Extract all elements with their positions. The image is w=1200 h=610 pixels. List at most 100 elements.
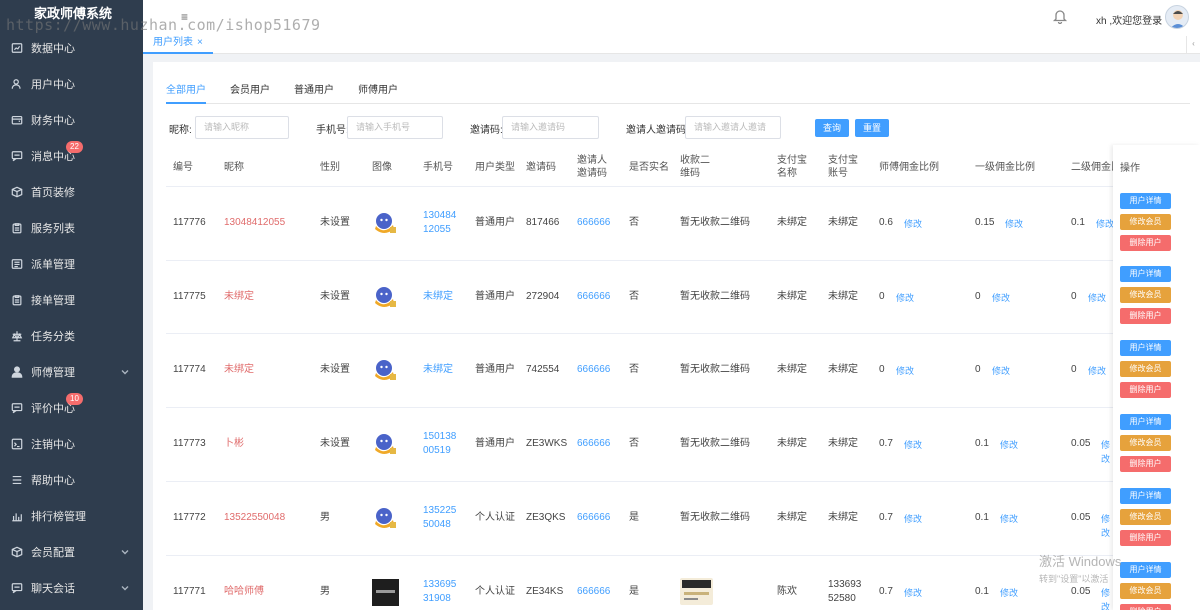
sidebar-item[interactable]: 派单管理 xyxy=(0,246,143,282)
user-detail-button[interactable]: 用户详情 xyxy=(1120,562,1171,578)
app-title: 家政师傅系统 xyxy=(34,6,113,21)
sidebar-item[interactable]: 用户中心 xyxy=(0,66,143,102)
windows-activation-watermark: 激活 Windows 转到"设置"以激活 xyxy=(1039,551,1121,585)
column-header-nickname: 昵称 xyxy=(224,162,244,173)
cell-nickname[interactable]: 13522550048 xyxy=(224,511,285,525)
modify-link[interactable]: 修改 xyxy=(1088,364,1106,378)
query-button[interactable]: 查询 xyxy=(815,119,850,137)
delete-user-button[interactable]: 删除用户 xyxy=(1120,382,1171,398)
cell-qr: 暂无收款二维码 xyxy=(680,364,750,375)
modify-link[interactable]: 修改 xyxy=(1000,512,1018,526)
bar-chart-icon xyxy=(10,509,24,523)
modify-link[interactable]: 修改 xyxy=(904,217,922,231)
delete-user-button[interactable]: 删除用户 xyxy=(1120,235,1171,251)
edit-member-button[interactable]: 修改会员 xyxy=(1120,509,1171,525)
edit-member-button[interactable]: 修改会员 xyxy=(1120,361,1171,377)
user-detail-button[interactable]: 用户详情 xyxy=(1120,193,1171,209)
sidebar-item[interactable]: 排行榜管理 xyxy=(0,498,143,534)
sidebar-item[interactable]: 帮助中心 xyxy=(0,462,143,498)
sidebar-item-label: 用户中心 xyxy=(31,79,75,91)
filter-tab[interactable]: 全部用户 xyxy=(166,84,206,104)
filter-tab[interactable]: 师傅用户 xyxy=(358,84,398,104)
delete-user-button[interactable]: 删除用户 xyxy=(1120,604,1171,610)
cell-phone[interactable]: 13048412055 xyxy=(423,209,461,237)
cell-nickname[interactable]: 未绑定 xyxy=(224,290,254,304)
delete-user-button[interactable]: 删除用户 xyxy=(1120,456,1171,472)
filter-tab[interactable]: 普通用户 xyxy=(294,84,334,104)
table-row: 117774 未绑定 未设置 未绑定 普通用户 742554 666666 否 暂无收款二维码 未… xyxy=(166,333,1116,407)
inviter-input[interactable]: 请输入邀请人邀请 xyxy=(685,116,781,139)
cell-inviter[interactable]: 666666 xyxy=(577,437,610,451)
cell-nickname[interactable]: 13048412055 xyxy=(224,216,285,230)
sidebar-item[interactable]: 消息中心 22 xyxy=(0,138,143,174)
cell-gender: 未设置 xyxy=(320,438,350,449)
cell-verified: 否 xyxy=(629,364,639,375)
cell-phone[interactable]: 15013800519 xyxy=(423,430,461,458)
modify-link[interactable]: 修改 xyxy=(992,291,1010,305)
modify-link[interactable]: 修改 xyxy=(904,586,922,600)
sidebar-item-label: 排行榜管理 xyxy=(31,511,86,523)
filter-tab[interactable]: 会员用户 xyxy=(230,84,270,104)
sidebar-item[interactable]: 财务中心 xyxy=(0,102,143,138)
reset-button[interactable]: 重置 xyxy=(855,119,890,137)
edit-member-button[interactable]: 修改会员 xyxy=(1120,583,1171,599)
edit-member-button[interactable]: 修改会员 xyxy=(1120,287,1171,303)
sidebar-item[interactable]: 任务分类 xyxy=(0,318,143,354)
cell-phone[interactable]: 13369531908 xyxy=(423,578,461,606)
user-detail-button[interactable]: 用户详情 xyxy=(1120,414,1171,430)
modify-link[interactable]: 修改 xyxy=(1096,217,1114,231)
cell-phone[interactable]: 13522550048 xyxy=(423,504,461,532)
sidebar-item[interactable]: 会员配置 xyxy=(0,534,143,570)
sidebar-item[interactable]: 注销中心 xyxy=(0,426,143,462)
main-card: 全部用户 会员用户 普通用户 师傅用户 昵称: 请输入昵称 手机号: 请输入手机号 邀… xyxy=(153,62,1200,610)
modify-link[interactable]: 修改 xyxy=(904,512,922,526)
modify-link[interactable]: 修改 xyxy=(1000,438,1018,452)
user-detail-button[interactable]: 用户详情 xyxy=(1120,340,1171,356)
cell-inviter[interactable]: 666666 xyxy=(577,585,610,599)
cell-invite: 817466 xyxy=(526,217,560,228)
modify-link[interactable]: 修改 xyxy=(896,364,914,378)
cell-inviter[interactable]: 666666 xyxy=(577,363,610,377)
edit-member-button[interactable]: 修改会员 xyxy=(1120,214,1171,230)
sidebar-item[interactable]: 接单管理 xyxy=(0,282,143,318)
sidebar-item[interactable]: 服务列表 xyxy=(0,210,143,246)
delete-user-button[interactable]: 删除用户 xyxy=(1120,308,1171,324)
cell-phone[interactable]: 未绑定 xyxy=(423,290,453,304)
sidebar-item[interactable]: 聊天会话 xyxy=(0,570,143,606)
cell-nickname[interactable]: 哈哈师傅 xyxy=(224,585,264,599)
sidebar-item[interactable]: 评价中心 10 xyxy=(0,390,143,426)
nickname-input[interactable]: 请输入昵称 xyxy=(195,116,289,139)
modify-link[interactable]: 修改 xyxy=(1005,217,1023,231)
sidebar-item[interactable]: 师傅管理 xyxy=(0,354,143,390)
sidebar-item[interactable]: 首页装修 xyxy=(0,174,143,210)
cell-inviter[interactable]: 666666 xyxy=(577,511,610,525)
delete-user-button[interactable]: 删除用户 xyxy=(1120,530,1171,546)
user-detail-button[interactable]: 用户详情 xyxy=(1120,266,1171,282)
cell-type: 普通用户 xyxy=(475,438,515,449)
cell-nickname[interactable]: 未绑定 xyxy=(224,363,254,377)
modify-link[interactable]: 修改 xyxy=(992,364,1010,378)
cell-nickname[interactable]: 卜彬 xyxy=(224,437,244,451)
cell-verified: 是 xyxy=(629,586,639,597)
chart-icon xyxy=(10,41,24,55)
cell-master-rate: 0.6 xyxy=(879,217,893,228)
cell-inviter[interactable]: 666666 xyxy=(577,216,610,230)
tab-user-list[interactable]: 用户列表 × xyxy=(143,36,213,54)
close-icon[interactable]: × xyxy=(197,37,203,48)
payment-qr-image[interactable] xyxy=(680,578,713,605)
modify-link[interactable]: 修改 xyxy=(896,291,914,305)
invite-input[interactable]: 请输入邀请码 xyxy=(502,116,599,139)
menu-toggle-icon[interactable]: ≡ xyxy=(181,10,188,24)
bell-icon[interactable] xyxy=(1052,8,1070,26)
modify-link[interactable]: 修改 xyxy=(1088,291,1106,305)
sidebar-item[interactable]: 数据中心 xyxy=(0,30,143,66)
user-detail-button[interactable]: 用户详情 xyxy=(1120,488,1171,504)
cell-phone[interactable]: 未绑定 xyxy=(423,363,453,377)
phone-input[interactable]: 请输入手机号 xyxy=(347,116,443,139)
modify-link[interactable]: 修改 xyxy=(904,438,922,452)
cell-inviter[interactable]: 666666 xyxy=(577,290,610,304)
modify-link[interactable]: 修改 xyxy=(1000,586,1018,600)
chevron-left-icon[interactable]: ‹ xyxy=(1186,36,1200,54)
edit-member-button[interactable]: 修改会员 xyxy=(1120,435,1171,451)
avatar[interactable] xyxy=(1165,5,1189,29)
